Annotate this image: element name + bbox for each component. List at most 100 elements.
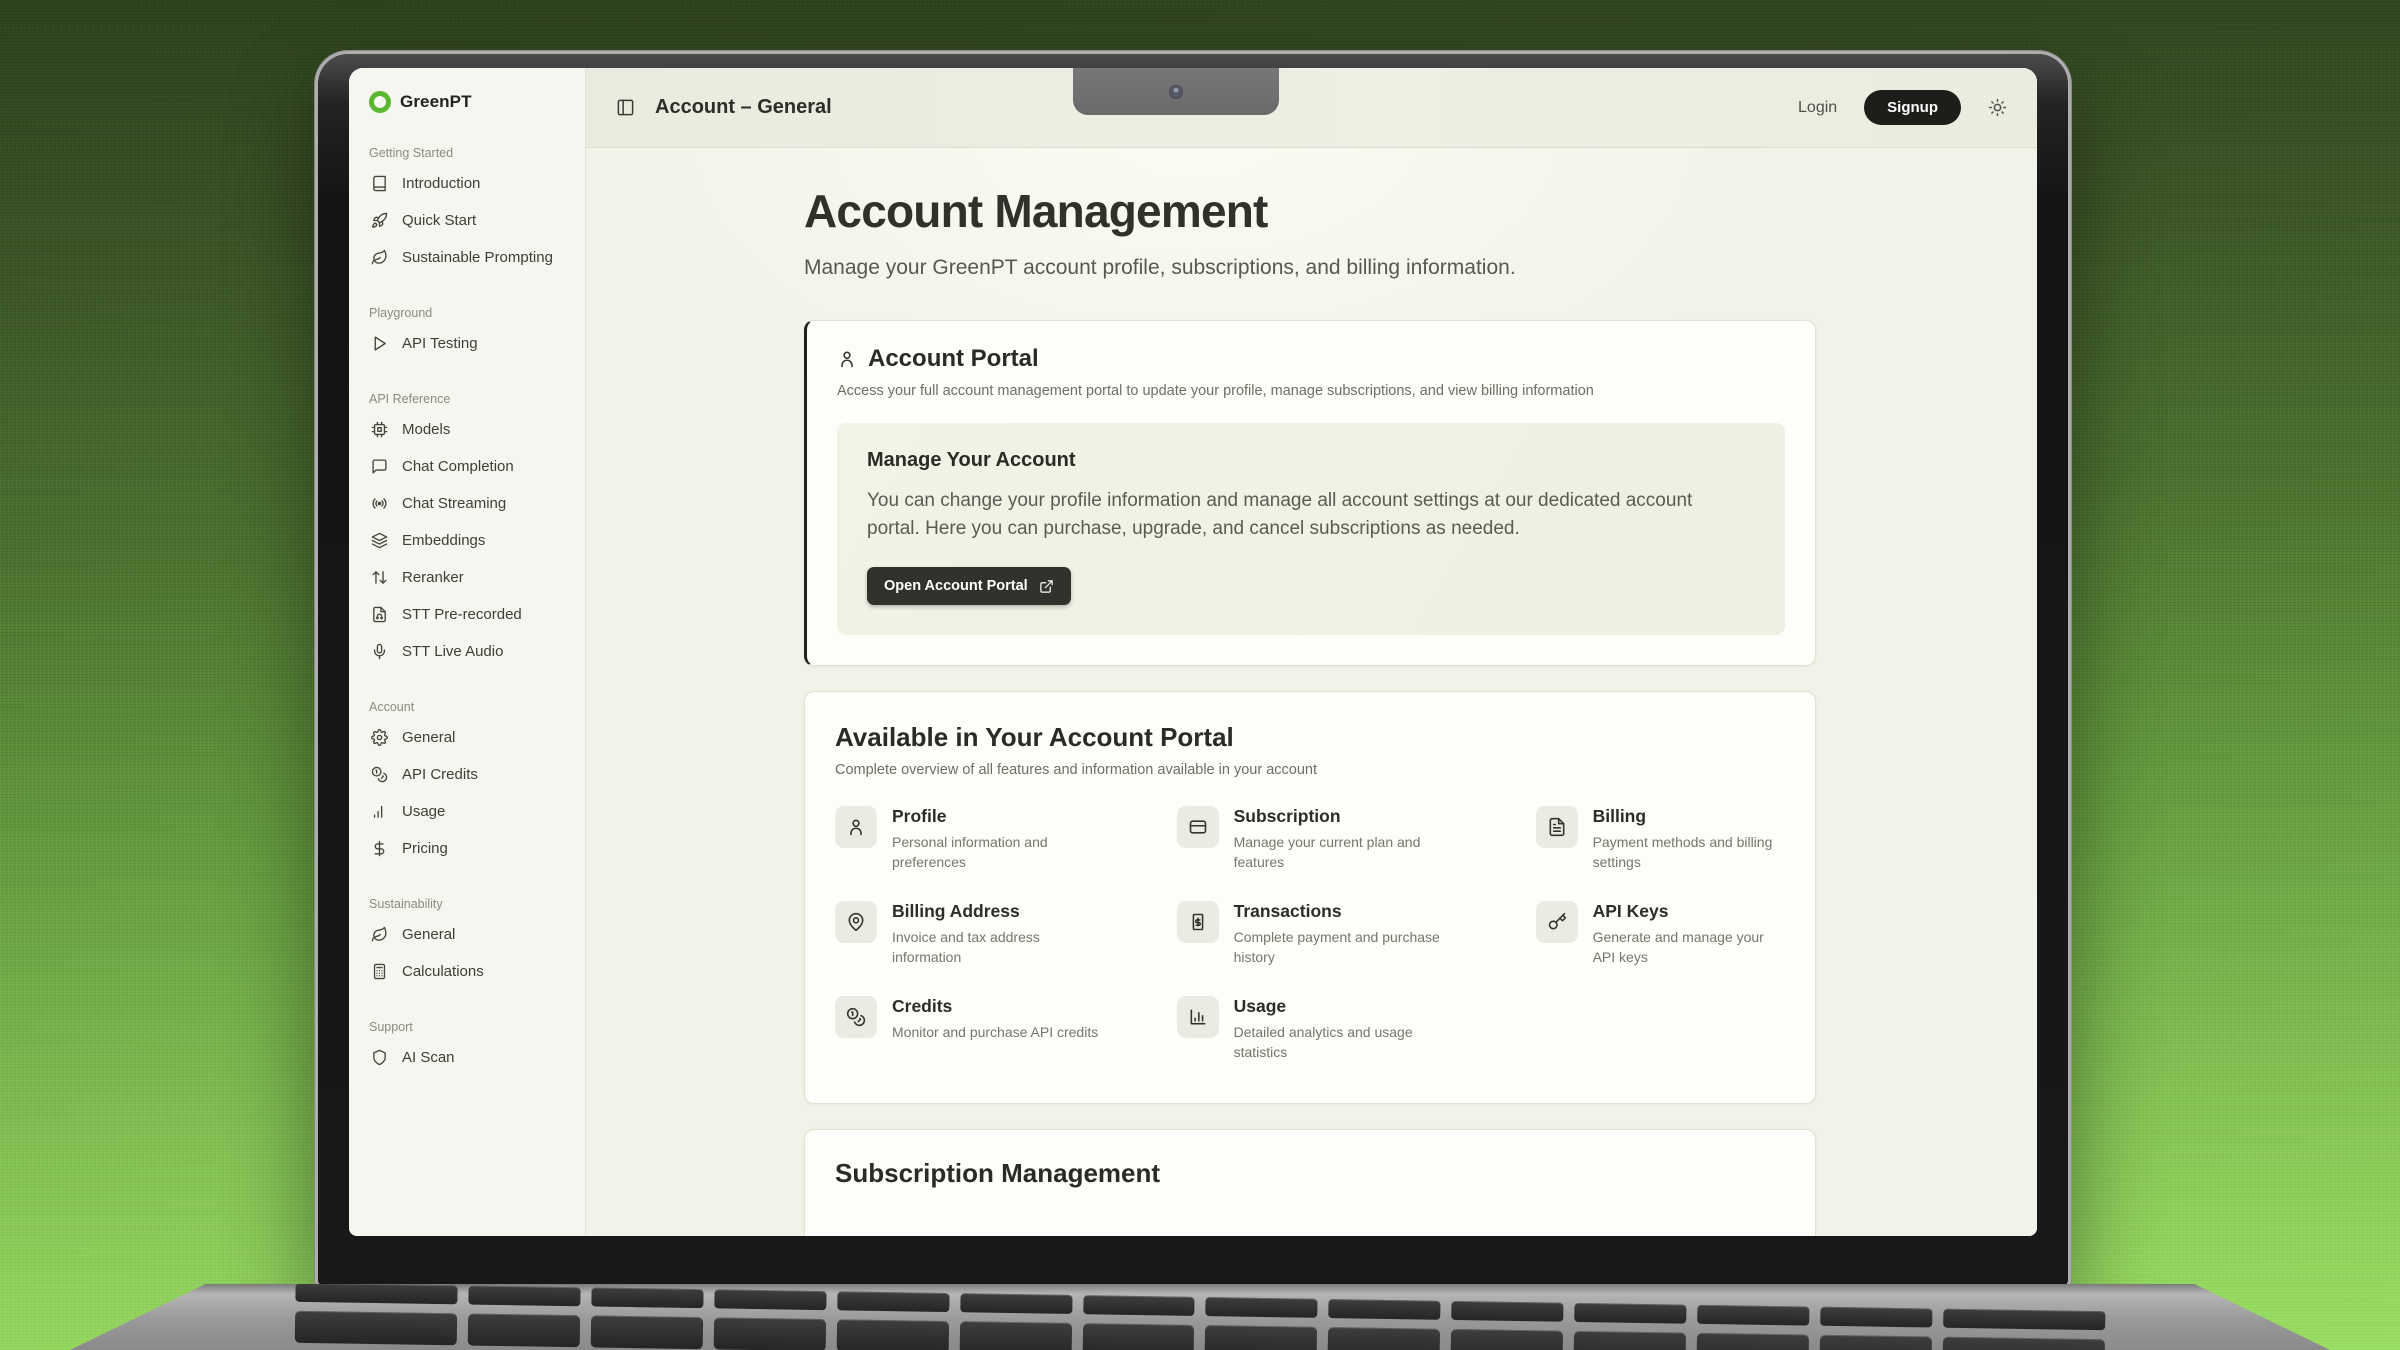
- mic-icon: [371, 643, 388, 660]
- user-icon: [835, 806, 877, 848]
- sidebar: GreenPT Getting Started Introduction Qui…: [349, 68, 586, 1236]
- sidebar-section-getting-started: Getting Started: [369, 146, 565, 160]
- manage-account-panel: Manage Your Account You can change your …: [837, 423, 1785, 636]
- page-breadcrumb-title: Account – General: [655, 96, 832, 119]
- subscription-management-card: Subscription Management: [804, 1129, 1816, 1236]
- sidebar-item-account-general[interactable]: General: [365, 719, 569, 756]
- portal-card-description: Access your full account management port…: [837, 383, 1785, 399]
- sidebar-item-label: Introduction: [402, 175, 480, 192]
- sidebar-item-quick-start[interactable]: Quick Start: [365, 202, 569, 239]
- open-account-portal-button[interactable]: Open Account Portal: [867, 567, 1071, 605]
- feature-billing: Billing Payment methods and billing sett…: [1536, 806, 1785, 873]
- feature-credits: Credits Monitor and purchase API credits: [835, 996, 1137, 1063]
- sidebar-section-api-reference: API Reference: [369, 392, 565, 406]
- coins-icon: [371, 766, 388, 783]
- sidebar-item-label: Reranker: [402, 569, 464, 586]
- feature-description: Detailed analytics and usage statistics: [1234, 1023, 1442, 1063]
- sidebar-item-introduction[interactable]: Introduction: [365, 165, 569, 202]
- external-link-icon: [1039, 579, 1054, 594]
- button-label: Open Account Portal: [884, 578, 1028, 594]
- features-card-title: Available in Your Account Portal: [835, 722, 1785, 753]
- feature-description: Payment methods and billing settings: [1593, 833, 1785, 873]
- sidebar-item-label: General: [402, 926, 455, 943]
- laptop-lid: GreenPT Getting Started Introduction Qui…: [318, 54, 2068, 1286]
- sidebar-item-label: Calculations: [402, 963, 484, 980]
- sidebar-item-label: Quick Start: [402, 212, 476, 229]
- sidebar-item-chat-streaming[interactable]: Chat Streaming: [365, 485, 569, 522]
- coins-icon: [835, 996, 877, 1038]
- features-grid: Profile Personal information and prefere…: [835, 806, 1785, 1062]
- cpu-icon: [371, 421, 388, 438]
- sidebar-item-label: Models: [402, 421, 450, 438]
- feature-description: Generate and manage your API keys: [1593, 928, 1785, 968]
- sidebar-item-api-testing[interactable]: API Testing: [365, 325, 569, 362]
- sidebar-item-label: API Testing: [402, 335, 478, 352]
- sidebar-item-stt-pre-recorded[interactable]: STT Pre-recorded: [365, 596, 569, 633]
- account-portal-card: Account Portal Access your full account …: [804, 320, 1816, 667]
- topbar: Account – General Login Signup: [586, 68, 2037, 148]
- feature-profile: Profile Personal information and prefere…: [835, 806, 1137, 873]
- bar-chart-icon: [371, 803, 388, 820]
- sidebar-section-sustainability: Sustainability: [369, 897, 565, 911]
- shield-icon: [371, 1049, 388, 1066]
- sidebar-toggle-icon[interactable]: [616, 98, 635, 117]
- feature-description: Personal information and preferences: [892, 833, 1100, 873]
- sidebar-item-label: Chat Streaming: [402, 495, 506, 512]
- sidebar-item-embeddings[interactable]: Embeddings: [365, 522, 569, 559]
- feature-description: Complete payment and purchase history: [1234, 928, 1442, 968]
- feature-subscription: Subscription Manage your current plan an…: [1177, 806, 1496, 873]
- sidebar-item-api-credits[interactable]: API Credits: [365, 756, 569, 793]
- sidebar-item-label: Pricing: [402, 840, 448, 857]
- sidebar-item-reranker[interactable]: Reranker: [365, 559, 569, 596]
- sidebar-item-label: Chat Completion: [402, 458, 514, 475]
- sidebar-item-usage[interactable]: Usage: [365, 793, 569, 830]
- file-text-icon: [1536, 806, 1578, 848]
- sidebar-item-stt-live-audio[interactable]: STT Live Audio: [365, 633, 569, 670]
- receipt-icon: [1177, 901, 1219, 943]
- sidebar-item-label: Usage: [402, 803, 445, 820]
- sidebar-item-label: General: [402, 729, 455, 746]
- sidebar-item-ai-scan[interactable]: AI Scan: [365, 1039, 569, 1076]
- sidebar-item-sustainability-general[interactable]: General: [365, 916, 569, 953]
- feature-title: Subscription: [1234, 806, 1442, 827]
- page-subtitle: Manage your GreenPT account profile, sub…: [804, 256, 1816, 280]
- play-icon: [371, 335, 388, 352]
- sidebar-item-label: Embeddings: [402, 532, 485, 549]
- webcam-icon: [1169, 85, 1183, 99]
- user-icon: [837, 349, 857, 369]
- calculator-icon: [371, 963, 388, 980]
- book-icon: [371, 175, 388, 192]
- features-card: Available in Your Account Portal Complet…: [804, 691, 1816, 1103]
- sidebar-item-label: STT Pre-recorded: [402, 606, 522, 623]
- message-square-icon: [371, 458, 388, 475]
- signup-button[interactable]: Signup: [1864, 90, 1961, 125]
- sidebar-item-label: API Credits: [402, 766, 478, 783]
- sidebar-item-sustainable-prompting[interactable]: Sustainable Prompting: [365, 239, 569, 276]
- page-title: Account Management: [804, 186, 1816, 237]
- feature-title: API Keys: [1593, 901, 1785, 922]
- layers-icon: [371, 532, 388, 549]
- dollar-icon: [371, 840, 388, 857]
- keyboard-keys: [295, 1284, 2106, 1350]
- login-link[interactable]: Login: [1798, 99, 1837, 117]
- feature-description: Manage your current plan and features: [1234, 833, 1442, 873]
- feature-title: Billing Address: [892, 901, 1100, 922]
- sidebar-item-calculations[interactable]: Calculations: [365, 953, 569, 990]
- feature-title: Profile: [892, 806, 1100, 827]
- sidebar-item-models[interactable]: Models: [365, 411, 569, 448]
- sidebar-section-support: Support: [369, 1020, 565, 1034]
- sun-icon[interactable]: [1988, 98, 2007, 117]
- map-pin-icon: [835, 901, 877, 943]
- panel-body: You can change your profile information …: [867, 487, 1747, 543]
- feature-title: Usage: [1234, 996, 1442, 1017]
- sidebar-section-playground: Playground: [369, 306, 565, 320]
- sidebar-section-account: Account: [369, 700, 565, 714]
- brand-logo[interactable]: GreenPT: [365, 91, 569, 113]
- sidebar-item-pricing[interactable]: Pricing: [365, 830, 569, 867]
- brand-name: GreenPT: [400, 92, 472, 112]
- main-area: Account – General Login Signup Account M…: [586, 68, 2037, 1236]
- feature-billing-address: Billing Address Invoice and tax address …: [835, 901, 1137, 968]
- sidebar-item-chat-completion[interactable]: Chat Completion: [365, 448, 569, 485]
- feature-title: Transactions: [1234, 901, 1442, 922]
- gear-icon: [371, 729, 388, 746]
